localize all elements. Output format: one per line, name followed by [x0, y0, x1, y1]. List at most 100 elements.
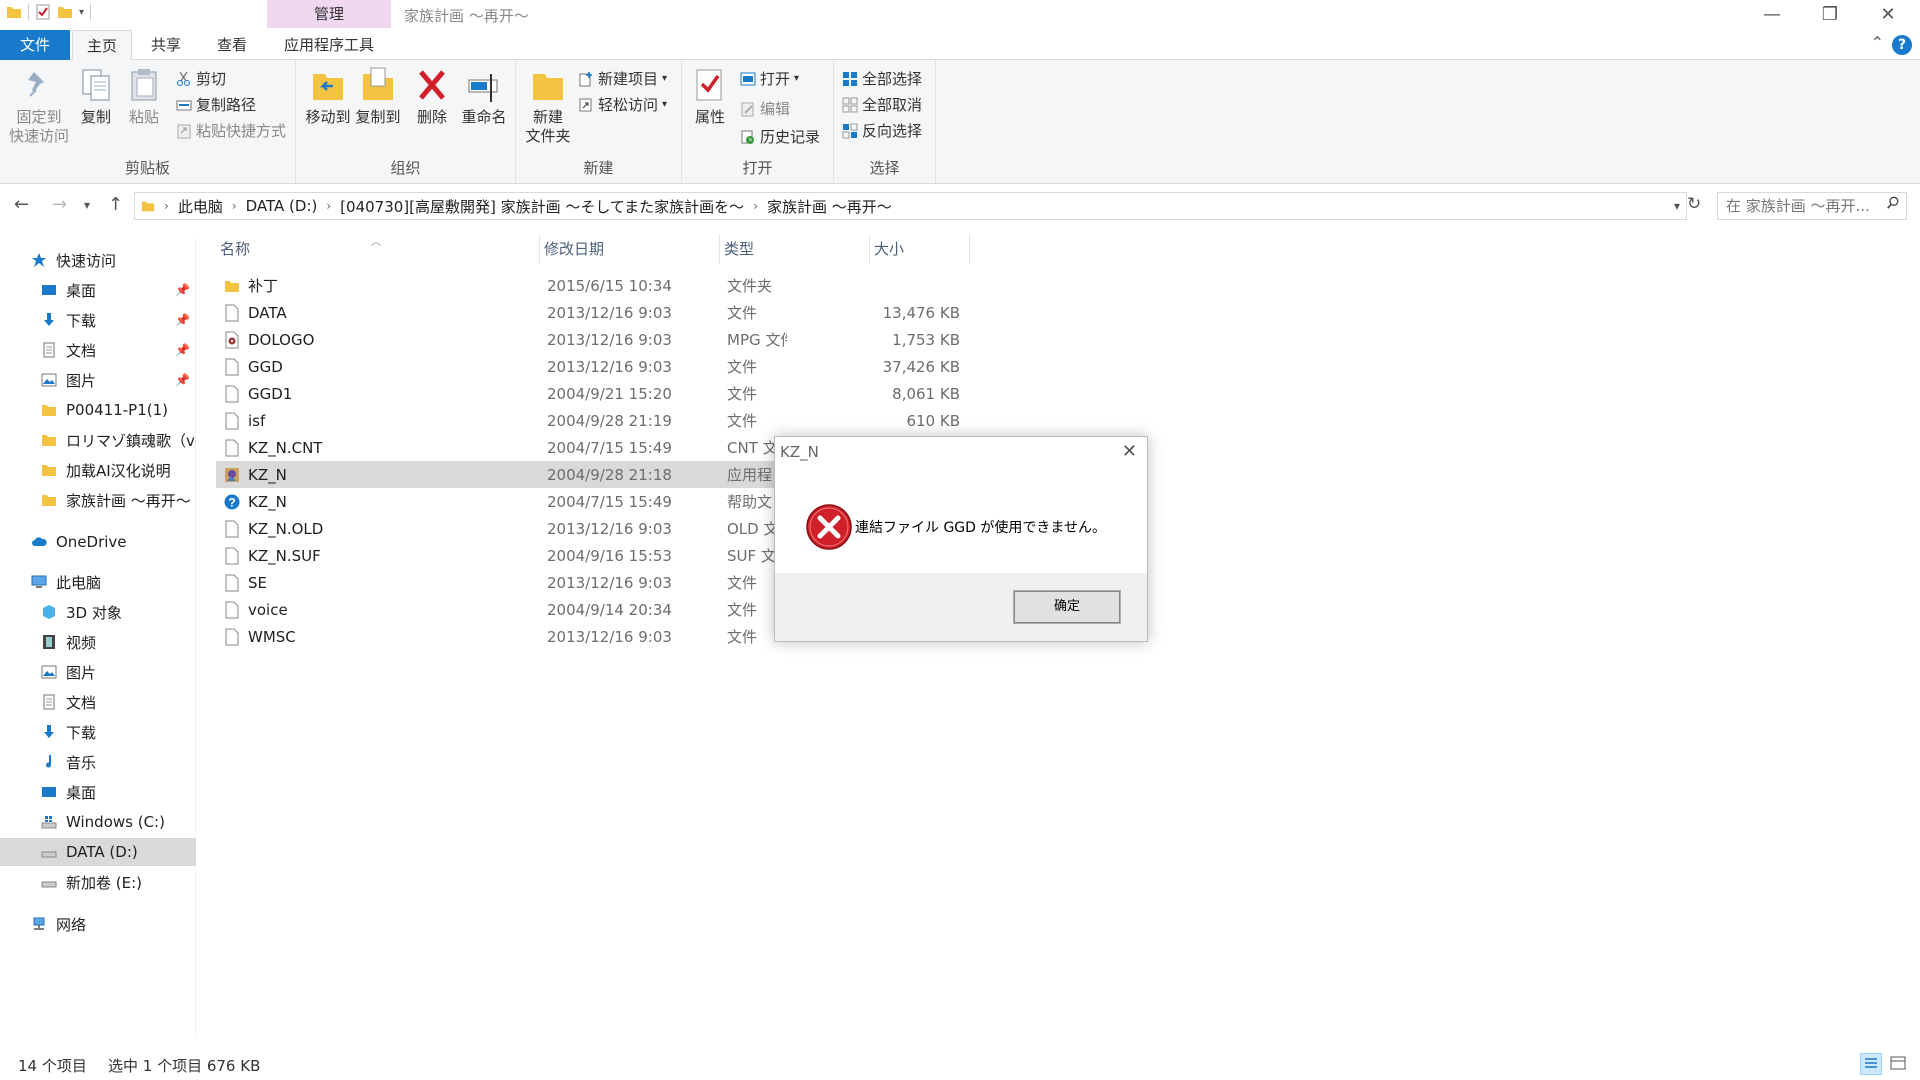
nav-folder-ai-readme[interactable]: 加载AI汉化说明	[0, 456, 196, 484]
nav-network[interactable]: 网络	[0, 910, 196, 938]
new-folder-icon[interactable]	[57, 4, 73, 20]
invert-selection-button[interactable]: 反向选择	[842, 120, 922, 141]
tab-file[interactable]: 文件	[0, 30, 70, 60]
nav-quick-access[interactable]: 快速访问	[0, 246, 196, 274]
breadcrumb-this-pc[interactable]: 此电脑	[178, 196, 223, 217]
nav-desktop[interactable]: 桌面 📌	[0, 276, 196, 304]
qat-dropdown-icon[interactable]: ▾	[79, 7, 84, 18]
nav-desktop-pc[interactable]: 桌面	[0, 778, 196, 806]
recent-locations-icon[interactable]: ▾	[84, 198, 90, 212]
collapse-ribbon-icon[interactable]: ⌃	[1871, 33, 1884, 52]
file-icon	[224, 385, 240, 403]
rename-button[interactable]: 重命名	[458, 66, 510, 127]
delete-button[interactable]: 删除	[412, 66, 452, 127]
tab-share[interactable]: 共享	[140, 30, 192, 60]
tab-view[interactable]: 查看	[206, 30, 258, 60]
copy-path-button[interactable]: 复制路径	[176, 94, 256, 115]
nav-music[interactable]: 音乐	[0, 748, 196, 776]
nav-label: DATA (D:)	[66, 843, 138, 861]
tab-app-tools[interactable]: 应用程序工具	[270, 30, 388, 60]
paste-shortcut-button[interactable]: 粘贴快捷方式	[176, 120, 286, 141]
nav-documents-pc[interactable]: 文档	[0, 688, 196, 716]
nav-this-pc[interactable]: 此电脑	[0, 568, 196, 596]
nav-folder-kazoku[interactable]: 家族計画 ～再开～	[0, 486, 196, 514]
pin-quick-access-button[interactable]: 固定到 快速访问	[8, 66, 70, 146]
context-tab-manage[interactable]: 管理	[267, 0, 391, 28]
column-header-size[interactable]: 大小	[870, 234, 970, 264]
nav-downloads[interactable]: 下载 📌	[0, 306, 196, 334]
file-name: KZ_N.CNT	[248, 438, 323, 457]
close-icon[interactable]: ✕	[1868, 4, 1908, 25]
nav-documents[interactable]: 文档 📌	[0, 336, 196, 364]
properties-button[interactable]: 属性	[690, 66, 730, 127]
refresh-icon[interactable]: ↻	[1687, 194, 1701, 214]
pin-icon[interactable]: 📌	[175, 283, 190, 297]
address-bar[interactable]: › 此电脑 › DATA (D:) › [040730][高屋敷開発] 家族計画…	[134, 192, 1687, 220]
address-dropdown-icon[interactable]: ▾	[1674, 199, 1680, 213]
nav-pictures-pc[interactable]: 图片	[0, 658, 196, 686]
table-row[interactable]: DOLOGO 2013/12/16 9:03 MPG 文件 1,753 KB	[216, 326, 976, 353]
new-item-button[interactable]: 新建项目 ▾	[578, 68, 667, 89]
new-folder-button[interactable]: 新建 文件夹	[524, 66, 572, 146]
nav-3d-objects[interactable]: 3D 对象	[0, 598, 196, 626]
table-row[interactable]: DATA 2013/12/16 9:03 文件 13,476 KB	[216, 299, 976, 326]
back-arrow-icon[interactable]: ←	[14, 194, 29, 215]
svg-text:?: ?	[228, 495, 235, 509]
paste-shortcut-label: 粘贴快捷方式	[196, 122, 287, 140]
select-all-button[interactable]: 全部选择	[842, 68, 922, 89]
breadcrumb-parent-folder[interactable]: [040730][高屋敷開発] 家族計画 ～そしてまた家族計画を～	[340, 196, 744, 217]
select-all-label: 全部选择	[862, 70, 923, 88]
paste-button[interactable]: 粘贴	[124, 66, 164, 127]
nav-downloads-pc[interactable]: 下载	[0, 718, 196, 746]
history-button[interactable]: 历史记录	[740, 126, 820, 147]
cut-button[interactable]: 剪切	[176, 68, 226, 89]
pin-icon[interactable]: 📌	[175, 313, 190, 327]
nav-drive-e[interactable]: 新加卷 (E:)	[0, 868, 196, 896]
nav-drive-c[interactable]: Windows (C:)	[0, 808, 196, 836]
download-arrow-icon	[44, 725, 54, 738]
column-header-date[interactable]: 修改日期	[540, 234, 720, 264]
column-header-type[interactable]: 类型	[720, 234, 870, 264]
restore-icon[interactable]: ❐	[1810, 4, 1850, 25]
nav-onedrive[interactable]: OneDrive	[0, 528, 196, 556]
up-arrow-icon[interactable]: ↑	[108, 194, 123, 215]
pin-icon[interactable]: 📌	[175, 343, 190, 357]
tab-home[interactable]: 主页	[72, 30, 132, 61]
select-none-button[interactable]: 全部取消	[842, 94, 922, 115]
properties-check-icon[interactable]	[35, 4, 51, 20]
column-header-name[interactable]: ︿ 名称	[216, 234, 540, 264]
copy-button[interactable]: 复制	[76, 66, 116, 127]
ok-button[interactable]: 确定	[1013, 590, 1121, 624]
nav-videos[interactable]: 视频	[0, 628, 196, 656]
nav-pictures[interactable]: 图片 📌	[0, 366, 196, 394]
table-row[interactable]: isf 2004/9/28 21:19 文件 610 KB	[216, 407, 976, 434]
pin-icon[interactable]: 📌	[175, 373, 190, 387]
nav-label: 加载AI汉化说明	[66, 461, 171, 480]
nav-folder-p00411[interactable]: P00411-P1(1)	[0, 396, 196, 424]
folder-icon	[42, 435, 56, 446]
edit-button[interactable]: 编辑	[740, 98, 790, 119]
copy-to-button[interactable]: 复制到	[354, 66, 402, 127]
search-input[interactable]: 在 家族計画 ～再开...	[1717, 192, 1907, 220]
minimize-icon[interactable]: —	[1752, 4, 1792, 25]
table-row[interactable]: GGD 2013/12/16 9:03 文件 37,426 KB	[216, 353, 976, 380]
nav-drive-d[interactable]: DATA (D:)	[0, 838, 196, 866]
file-date: 2004/9/28 21:18	[547, 465, 672, 484]
move-to-button[interactable]: 移动到	[304, 66, 352, 127]
large-icons-view-icon[interactable]	[1888, 1053, 1910, 1075]
breadcrumb-drive-d[interactable]: DATA (D:)	[246, 197, 318, 215]
error-dialog: KZ_N ✕ 連結ファイル GGD が使用できません。 确定	[774, 436, 1148, 642]
help-icon[interactable]: ?	[1892, 35, 1912, 55]
dialog-close-icon[interactable]: ✕	[1122, 441, 1137, 462]
forward-arrow-icon[interactable]: →	[52, 194, 67, 215]
drive-icon	[41, 881, 57, 888]
properties-icon	[696, 69, 722, 101]
open-button[interactable]: 打开 ▾	[740, 68, 799, 89]
breadcrumb-current-folder[interactable]: 家族計画 ～再开～	[767, 196, 892, 217]
easy-access-button[interactable]: 轻松访问 ▾	[578, 94, 667, 115]
nav-folder-lolimazo[interactable]: ロリマゾ鎮魂歌（ve	[0, 426, 196, 454]
details-view-icon[interactable]	[1860, 1053, 1882, 1075]
table-row[interactable]: GGD1 2004/9/21 15:20 文件 8,061 KB	[216, 380, 976, 407]
column-label: 修改日期	[544, 240, 605, 258]
table-row[interactable]: 补丁 2015/6/15 10:34 文件夹	[216, 272, 976, 299]
